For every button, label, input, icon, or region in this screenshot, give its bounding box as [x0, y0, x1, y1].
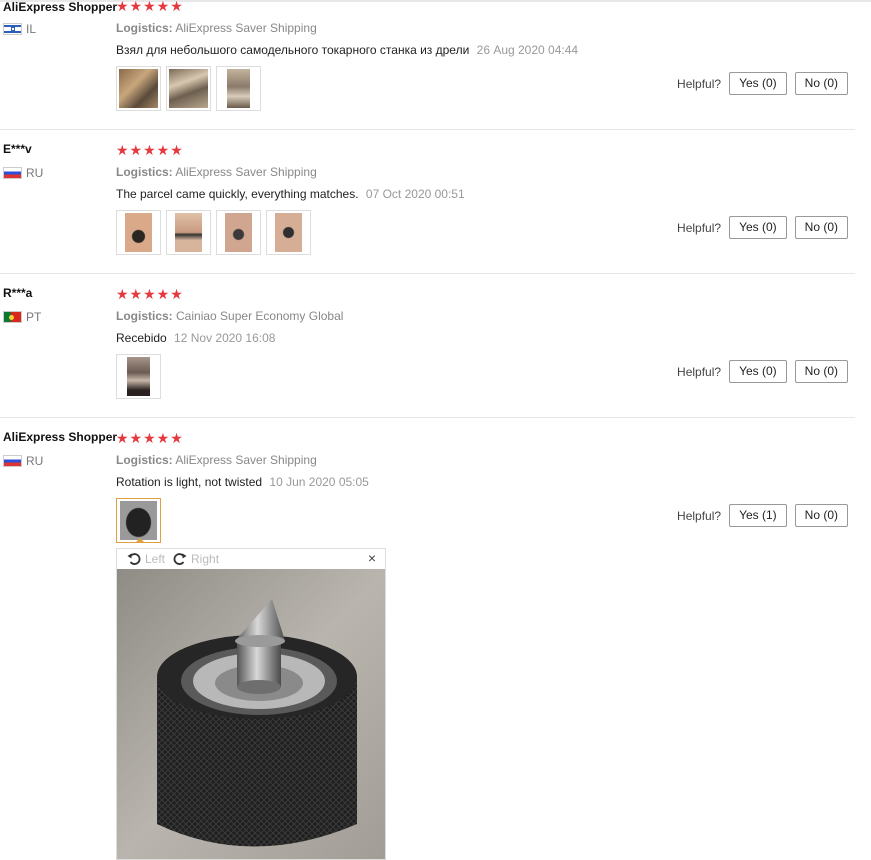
review-text: Rotation is light, not twisted [116, 475, 263, 489]
helpful-label: Helpful? [677, 508, 722, 523]
reviewer-name: R***a [3, 286, 33, 300]
reviewer-country: RU [3, 166, 43, 180]
country-code: IL [26, 22, 37, 36]
helpful-vote: Helpful? Yes (0) No (0) [677, 72, 848, 95]
helpful-yes-button[interactable]: Yes (0) [729, 72, 787, 95]
review-text: The parcel came quickly, everything matc… [116, 187, 359, 201]
review-content: The parcel came quickly, everything matc… [116, 187, 465, 201]
rotate-right-button[interactable]: Right [173, 552, 219, 566]
review-photo-thumb[interactable] [116, 210, 161, 255]
reviewer-country: RU [3, 454, 43, 468]
review-photos [116, 66, 261, 111]
helpful-yes-button[interactable]: Yes (0) [729, 360, 787, 383]
review-content: Rotation is light, not twisted 10 Jun 20… [116, 475, 369, 489]
logistics-label: Logistics: [116, 165, 173, 179]
review-photo-thumb-selected[interactable] [116, 498, 161, 543]
flag-ru-icon [3, 167, 22, 179]
country-code: RU [26, 454, 44, 468]
review-photo-thumb[interactable] [166, 66, 211, 111]
logistics-info: Logistics: AliExpress Saver Shipping [116, 165, 317, 179]
logistics-label: Logistics: [116, 309, 173, 323]
review-photo-thumb[interactable] [166, 210, 211, 255]
review-item: R***a PT ★★★★★ Logistics: Cainiao Super … [0, 274, 855, 418]
helpful-no-button[interactable]: No (0) [794, 360, 848, 383]
viewer-toolbar: Left Right × [117, 549, 385, 569]
country-code: PT [26, 310, 42, 324]
logistics-info: Logistics: Cainiao Super Economy Global [116, 309, 343, 323]
review-photos [116, 354, 161, 399]
flag-pt-icon [3, 311, 22, 323]
helpful-vote: Helpful? Yes (0) No (0) [677, 216, 848, 239]
star-rating: ★★★★★ [116, 0, 184, 14]
flag-ru-icon [3, 455, 22, 467]
logistics-label: Logistics: [116, 21, 173, 35]
review-date: 26 Aug 2020 04:44 [476, 43, 579, 57]
logistics-value: AliExpress Saver Shipping [175, 453, 317, 467]
review-photo-large [117, 569, 385, 859]
helpful-no-button[interactable]: No (0) [794, 72, 848, 95]
review-item: E***v RU ★★★★★ Logistics: AliExpress Sav… [0, 130, 855, 274]
country-code: RU [26, 166, 44, 180]
rotate-left-icon [127, 553, 141, 565]
helpful-no-button[interactable]: No (0) [794, 216, 848, 239]
helpful-no-button[interactable]: No (0) [794, 504, 848, 527]
review-photos [116, 498, 161, 543]
review-date: 12 Nov 2020 16:08 [174, 331, 276, 345]
review-photos [116, 210, 311, 255]
review-photo-thumb[interactable] [116, 66, 161, 111]
review-content: Взял для небольшого самодельного токарно… [116, 43, 578, 57]
logistics-value: AliExpress Saver Shipping [175, 21, 317, 35]
reviewer-name: AliExpress Shopper [3, 0, 118, 14]
reviewer-name: AliExpress Shopper [3, 430, 118, 444]
rotate-left-button[interactable]: Left [127, 552, 165, 566]
review-photo-thumb[interactable] [216, 210, 261, 255]
photo-viewer: Left Right × [116, 548, 386, 860]
helpful-label: Helpful? [677, 76, 722, 91]
reviewer-name: E***v [3, 142, 32, 156]
review-text: Взял для небольшого самодельного токарно… [116, 43, 470, 57]
star-rating: ★★★★★ [116, 142, 184, 158]
logistics-value: Cainiao Super Economy Global [176, 309, 344, 323]
flag-il-icon [3, 23, 22, 35]
reviewer-country: PT [3, 310, 41, 324]
helpful-yes-button[interactable]: Yes (0) [729, 216, 787, 239]
logistics-label: Logistics: [116, 453, 173, 467]
rotate-right-icon [173, 553, 187, 565]
review-date: 10 Jun 2020 05:05 [269, 475, 369, 489]
helpful-label: Helpful? [677, 364, 722, 379]
helpful-vote: Helpful? Yes (1) No (0) [677, 504, 848, 527]
review-text: Recebido [116, 331, 167, 345]
helpful-yes-button[interactable]: Yes (1) [729, 504, 787, 527]
rotate-left-label: Left [145, 552, 166, 566]
helpful-label: Helpful? [677, 220, 722, 235]
star-rating: ★★★★★ [116, 430, 184, 446]
review-date: 07 Oct 2020 00:51 [365, 187, 465, 201]
close-icon[interactable]: × [368, 550, 376, 566]
logistics-info: Logistics: AliExpress Saver Shipping [116, 21, 317, 35]
star-rating: ★★★★★ [116, 286, 184, 302]
logistics-value: AliExpress Saver Shipping [175, 165, 317, 179]
logistics-info: Logistics: AliExpress Saver Shipping [116, 453, 317, 467]
review-content: Recebido 12 Nov 2020 16:08 [116, 331, 275, 345]
rotate-right-label: Right [191, 552, 220, 566]
review-photo-thumb[interactable] [216, 66, 261, 111]
helpful-vote: Helpful? Yes (0) No (0) [677, 360, 848, 383]
review-item: AliExpress Shopper IL ★★★★★ Logistics: A… [0, 0, 855, 130]
review-photo-thumb[interactable] [266, 210, 311, 255]
reviewer-country: IL [3, 22, 36, 36]
review-photo-thumb[interactable] [116, 354, 161, 399]
